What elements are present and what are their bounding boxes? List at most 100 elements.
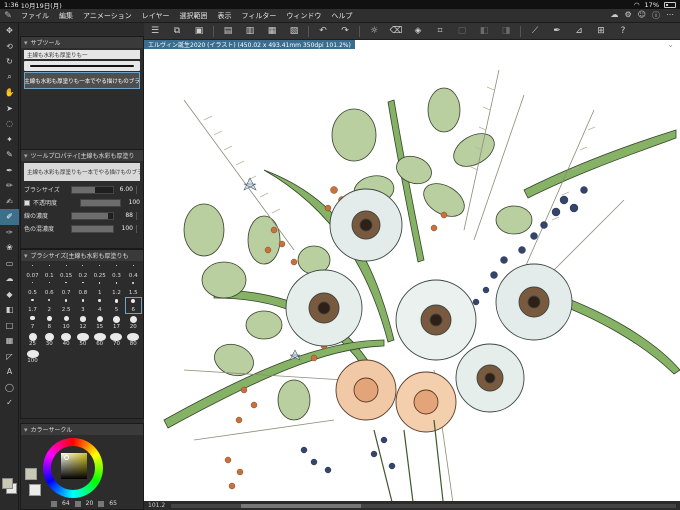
frame-tool-icon[interactable]: ▦ bbox=[0, 333, 19, 349]
panel-menu-icon[interactable]: ▾ bbox=[24, 39, 28, 47]
lasso-tool-icon[interactable]: ◌ bbox=[0, 116, 19, 132]
move-tool-icon[interactable]: ✥ bbox=[0, 23, 19, 39]
document-tab[interactable]: エルヴィン誕生2020 (イラスト) (450.02 x 493.41mm 35… bbox=[144, 40, 355, 49]
subtool-group-tab[interactable]: 主線も水彩も厚塗りも一 bbox=[24, 50, 140, 59]
brush-size-preset[interactable]: 0.7 bbox=[59, 281, 74, 296]
brush-size-preset[interactable]: 80 bbox=[126, 332, 141, 347]
more-icon[interactable]: ⋯ bbox=[666, 10, 674, 21]
pen-stroke-icon[interactable]: ✒ bbox=[546, 23, 568, 39]
zoom-tool-icon[interactable]: ⌕ bbox=[0, 70, 19, 86]
brush-size-preset[interactable]: 0.6 bbox=[42, 281, 57, 296]
app-menu-icon[interactable]: ✎ bbox=[0, 9, 16, 23]
brush-tool-icon[interactable]: ✍ bbox=[0, 194, 19, 210]
brush-size-preset[interactable]: 0.4 bbox=[126, 264, 141, 279]
object-tool-icon[interactable]: ➤ bbox=[0, 101, 19, 117]
brush-size-preset[interactable]: 2 bbox=[42, 298, 57, 313]
density-slider[interactable] bbox=[71, 211, 114, 220]
menu-help[interactable]: ヘルプ bbox=[326, 11, 357, 21]
brush-size-preset[interactable]: 0.1 bbox=[42, 264, 57, 279]
prop-value[interactable]: 100 bbox=[117, 225, 133, 232]
brush-size-preset[interactable]: 50 bbox=[75, 332, 90, 347]
brush-size-preset[interactable]: 0.3 bbox=[109, 264, 124, 279]
selection-launcher-icon[interactable]: ◨ bbox=[495, 23, 517, 39]
hamburger-menu-icon[interactable]: ☰ bbox=[144, 23, 166, 39]
cloud-icon[interactable]: ☁ bbox=[610, 10, 618, 21]
prop-row-color-mix[interactable]: 色の混濃度 100 bbox=[21, 222, 143, 235]
menu-selection[interactable]: 選択範囲 bbox=[175, 11, 213, 21]
chevron-down-icon[interactable]: ⌄ bbox=[667, 40, 674, 49]
pencil-tool-icon[interactable]: ✏ bbox=[0, 178, 19, 194]
gradient-tool-icon[interactable]: ◧ bbox=[0, 302, 19, 318]
brush-size-preset[interactable]: 0.15 bbox=[59, 264, 74, 279]
ruler-icon[interactable]: ⟋ bbox=[524, 23, 546, 39]
brush-size-preset[interactable]: 1.5 bbox=[126, 281, 141, 296]
panel-menu-icon[interactable]: ▾ bbox=[24, 426, 28, 434]
rotate-view-icon[interactable]: ↻ bbox=[0, 54, 19, 70]
brush-size-preset[interactable]: 8 bbox=[42, 315, 57, 330]
ruler-tool-icon[interactable]: ◸ bbox=[0, 349, 19, 365]
prop-row-density[interactable]: 線の濃度 88 bbox=[21, 209, 143, 222]
main-color-swatch[interactable] bbox=[2, 478, 13, 489]
subtool-selected-brush[interactable]: 主線も水彩も厚塗りも一本でやる描けものブラ bbox=[24, 72, 140, 89]
prop-row-opacity[interactable]: 不透明度 100 bbox=[21, 196, 143, 209]
menu-file[interactable]: ファイル bbox=[16, 11, 54, 21]
rotate-tool-icon[interactable]: ⟲ bbox=[0, 39, 19, 55]
spin-control[interactable] bbox=[136, 211, 140, 220]
brush-size-preset[interactable]: 40 bbox=[59, 332, 74, 347]
brush-size-preset[interactable]: 25 bbox=[25, 332, 40, 347]
brush-size-preset[interactable]: 0.25 bbox=[92, 264, 107, 279]
airbrush-tool-icon[interactable]: ✑ bbox=[0, 225, 19, 241]
figure-tool-icon[interactable]: □ bbox=[0, 318, 19, 334]
spin-control[interactable] bbox=[136, 224, 140, 233]
brush-size-preset[interactable]: 20 bbox=[126, 315, 141, 330]
brush-size-preset[interactable]: 17 bbox=[109, 315, 124, 330]
checkbox[interactable] bbox=[24, 199, 30, 206]
brush-size-preset[interactable]: 5 bbox=[109, 298, 124, 313]
brush-size-preset[interactable]: 60 bbox=[92, 332, 107, 347]
prop-value[interactable]: 6.00 bbox=[117, 186, 133, 193]
brush-size-preset[interactable]: 1.2 bbox=[109, 281, 124, 296]
help-icon[interactable]: ? bbox=[612, 23, 634, 39]
balloon-tool-icon[interactable]: ◯ bbox=[0, 380, 19, 396]
prop-value[interactable]: 88 bbox=[117, 212, 133, 219]
eyedropper-icon[interactable]: ✎ bbox=[0, 147, 19, 163]
brush-size-preset[interactable]: 10 bbox=[59, 315, 74, 330]
color-mix-slider[interactable] bbox=[71, 224, 114, 233]
scroll-thumb[interactable] bbox=[241, 503, 362, 508]
brush-size-preset[interactable]: 3 bbox=[75, 298, 90, 313]
decoration-tool-icon[interactable]: ❀ bbox=[0, 240, 19, 256]
main-color-chip[interactable] bbox=[25, 468, 37, 480]
spin-control[interactable] bbox=[136, 185, 140, 194]
fit-icon[interactable]: ▣ bbox=[188, 23, 210, 39]
brush-size-preset[interactable]: 100 bbox=[25, 349, 40, 364]
prop-value[interactable]: 100 bbox=[124, 199, 140, 206]
grid-icon[interactable]: ⊞ bbox=[590, 23, 612, 39]
horizontal-scrollbar[interactable] bbox=[171, 503, 676, 508]
eraser-tool-icon[interactable]: ▭ bbox=[0, 256, 19, 272]
crop-icon[interactable]: ⌗ bbox=[429, 23, 451, 39]
menu-view[interactable]: 表示 bbox=[213, 11, 237, 21]
erase-icon[interactable]: ⌫ bbox=[385, 23, 407, 39]
brush-size-preset[interactable]: 0.5 bbox=[25, 281, 40, 296]
opacity-slider[interactable] bbox=[80, 198, 121, 207]
drawing-canvas[interactable] bbox=[144, 40, 680, 510]
auto-select-icon[interactable]: ✦ bbox=[0, 132, 19, 148]
pen-tool-icon[interactable]: ✒ bbox=[0, 163, 19, 179]
snap-icon[interactable]: ⊿ bbox=[568, 23, 590, 39]
text-tool-icon[interactable]: A bbox=[0, 364, 19, 380]
brush-size-preset[interactable]: 1 bbox=[92, 281, 107, 296]
brush-size-preset[interactable]: 2.5 bbox=[59, 298, 74, 313]
menu-layer[interactable]: レイヤー bbox=[137, 11, 175, 21]
fill-icon[interactable]: ◈ bbox=[407, 23, 429, 39]
sub-color-chip[interactable] bbox=[29, 484, 41, 496]
brush-size-preset[interactable]: 1.7 bbox=[25, 298, 40, 313]
save-icon[interactable]: ▦ bbox=[261, 23, 283, 39]
export-icon[interactable]: ▧ bbox=[283, 23, 305, 39]
brush-size-preset[interactable]: 30 bbox=[42, 332, 57, 347]
fill-tool-icon[interactable]: ◆ bbox=[0, 287, 19, 303]
open-icon[interactable]: ▥ bbox=[239, 23, 261, 39]
brush-size-preset[interactable]: 6 bbox=[124, 297, 142, 314]
menu-animation[interactable]: アニメーション bbox=[78, 11, 137, 21]
brush-size-preset[interactable]: 0.8 bbox=[75, 281, 90, 296]
brush-size-preset[interactable]: 70 bbox=[109, 332, 124, 347]
